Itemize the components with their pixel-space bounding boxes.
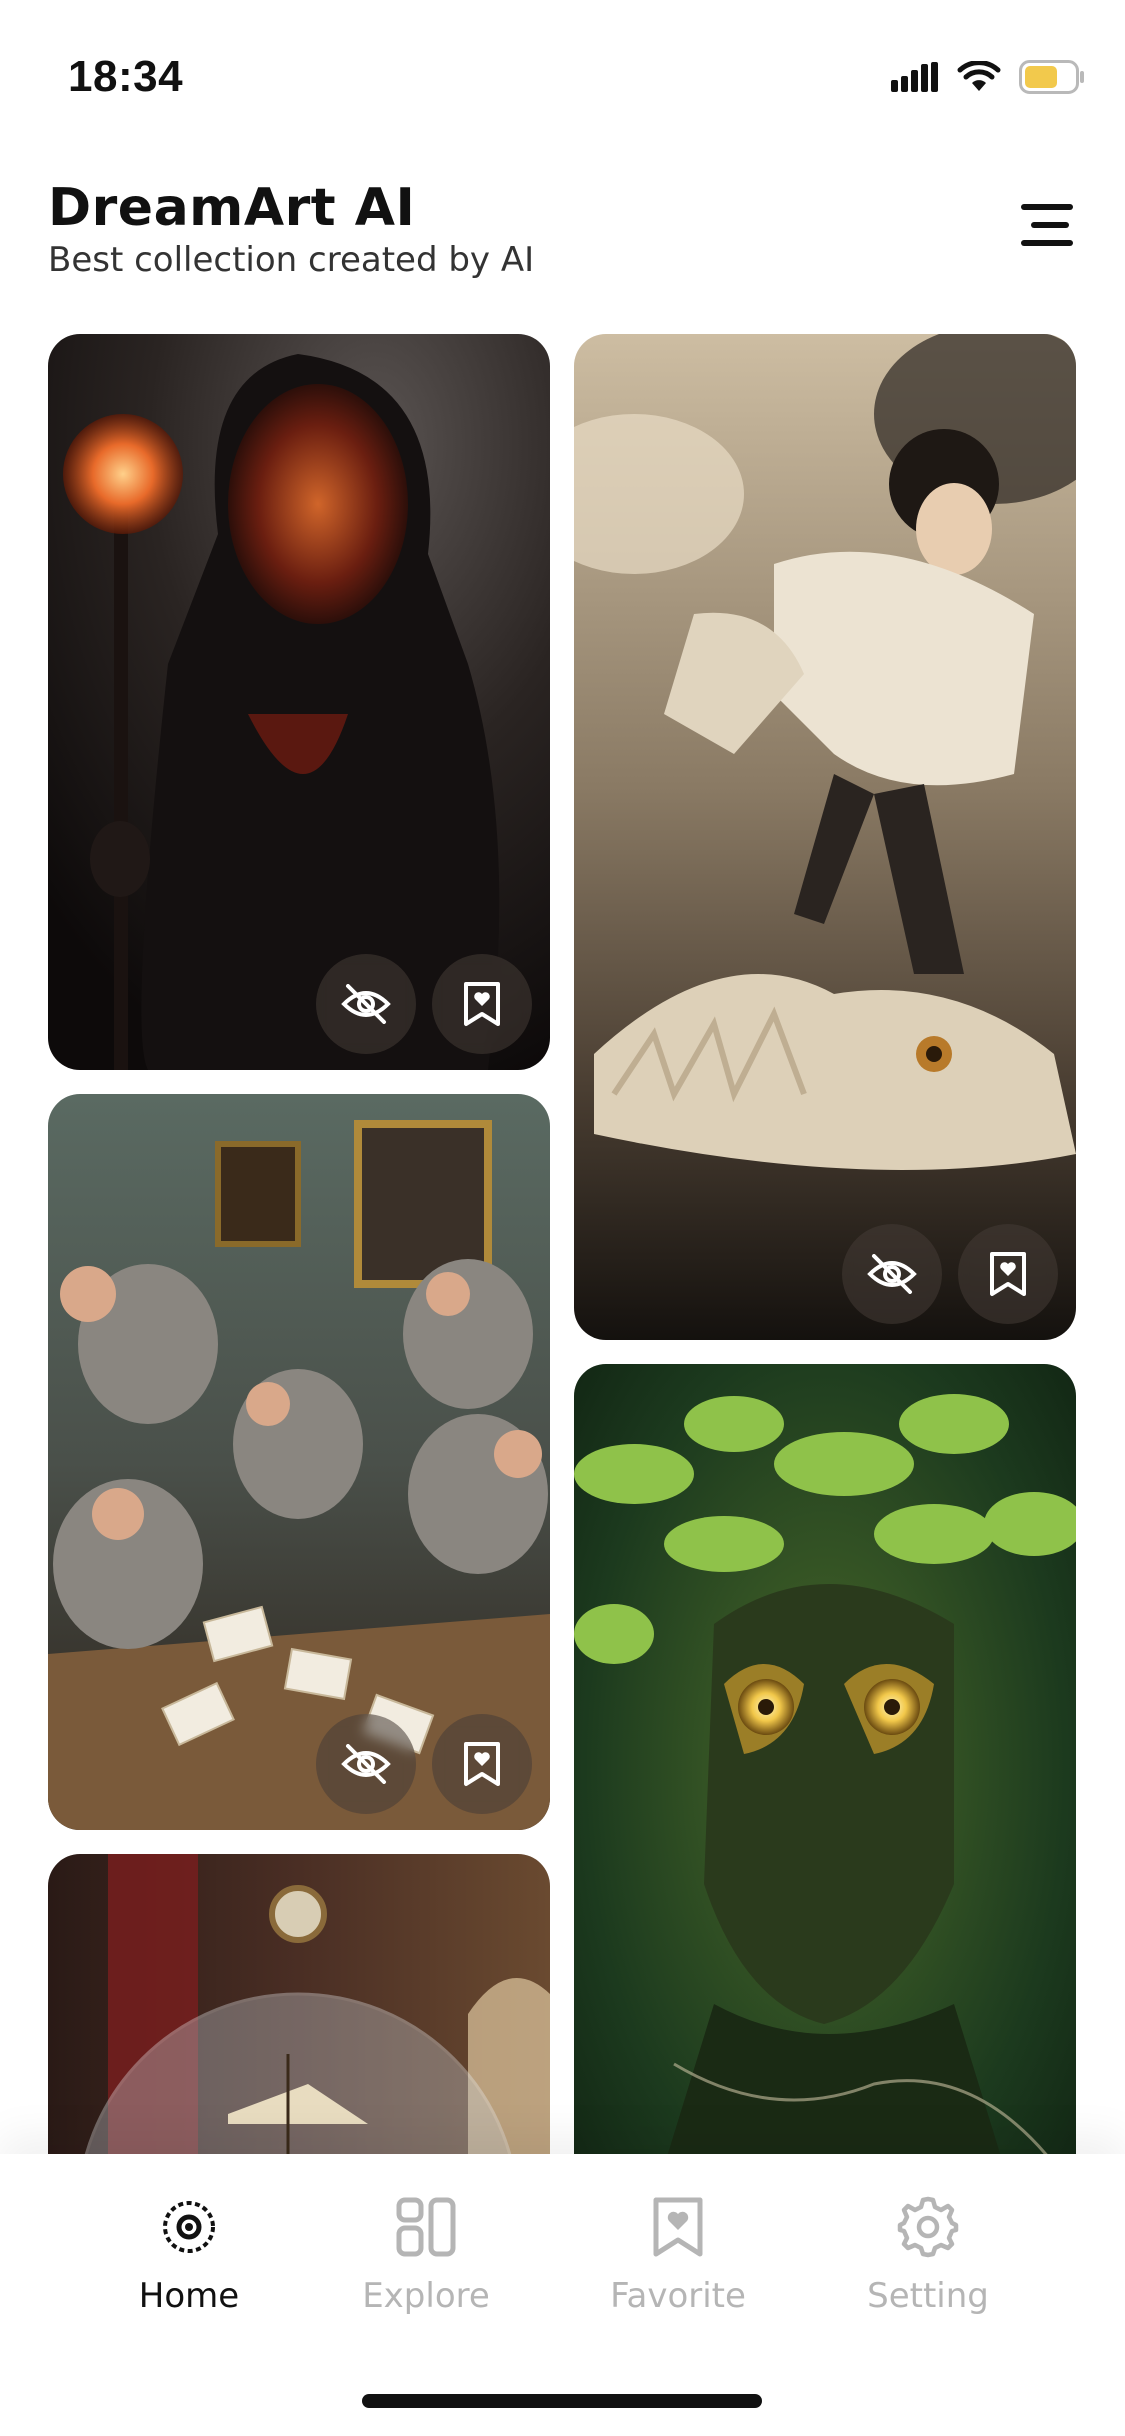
status-icons [891,60,1085,94]
bookmark-icon [464,1742,500,1786]
nav-item-favorite[interactable]: Favorite [578,2192,778,2316]
art-image-tree-face [574,1364,1076,2154]
nav-label-setting: Setting [867,2276,989,2316]
explore-grid-icon [396,2197,456,2257]
home-indicator[interactable] [362,2394,762,2408]
art-card[interactable] [48,334,550,1070]
bookmark-button[interactable] [432,1714,532,1814]
nav-item-home[interactable]: Home [89,2192,289,2316]
gear-icon [897,2196,959,2258]
favorite-bookmark-icon [653,2197,703,2257]
app-header: DreamArt AI Best collection created by A… [0,160,1125,300]
image-feed[interactable] [0,334,1125,2154]
card-actions [842,1224,1058,1324]
card-actions [316,1714,532,1814]
wifi-icon [957,61,1001,91]
art-card[interactable] [48,1094,550,1830]
bookmark-button[interactable] [958,1224,1058,1324]
bookmark-icon [464,982,500,1026]
bookmark-icon [990,1252,1026,1296]
hide-button[interactable] [316,1714,416,1814]
nav-item-setting[interactable]: Setting [828,2192,1028,2316]
status-time: 18:34 [68,52,184,101]
app-subtitle: Best collection created by AI [48,240,535,280]
art-card[interactable] [574,1364,1076,2154]
card-actions [316,954,532,1054]
nav-label-favorite: Favorite [610,2276,746,2316]
hide-icon [867,1254,917,1294]
app-title: DreamArt AI [48,178,416,238]
battery-icon [1019,60,1084,94]
hide-icon [341,984,391,1024]
hide-button[interactable] [316,954,416,1054]
menu-lines-icon [1021,204,1073,246]
hide-icon [341,1744,391,1784]
nav-item-explore[interactable]: Explore [326,2192,526,2316]
nav-label-explore: Explore [362,2276,490,2316]
home-target-icon [163,2201,215,2253]
nav-label-home: Home [138,2276,240,2316]
status-bar: 18:34 [0,0,1125,150]
bookmark-button[interactable] [432,954,532,1054]
art-card[interactable] [48,1854,550,2154]
menu-button[interactable] [1017,200,1077,250]
art-card[interactable] [574,334,1076,1340]
hide-button[interactable] [842,1224,942,1324]
art-image-warrior-dragon [574,334,1076,1340]
signal-icon [891,62,938,92]
art-image-ship-globe [48,1854,550,2154]
